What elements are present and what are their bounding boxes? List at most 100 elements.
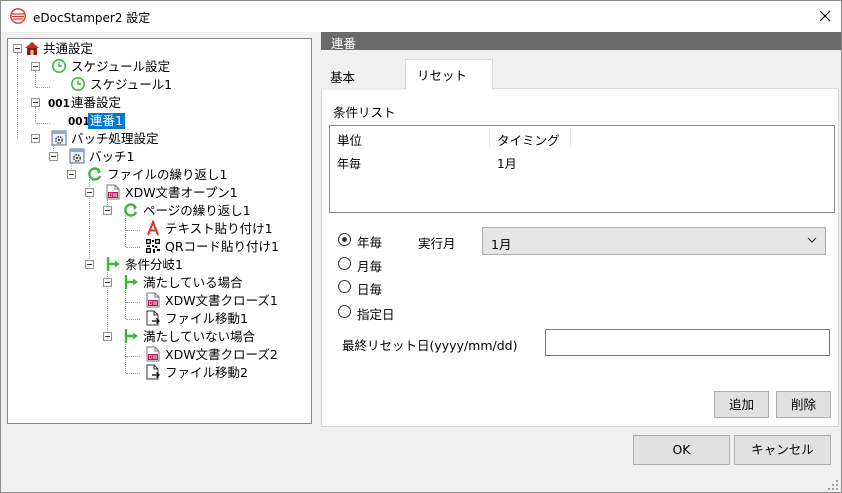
- docuworks-icon: DW: [146, 346, 160, 362]
- exec-month-dropdown[interactable]: 1月: [482, 227, 826, 255]
- tree-item-schedule-settings[interactable]: スケジュール設定: [8, 58, 308, 75]
- tree-item-qr-paste-1[interactable]: QRコード貼り付け1: [8, 238, 308, 255]
- radio-button[interactable]: [338, 257, 351, 270]
- collapse-icon[interactable]: [85, 188, 94, 197]
- resize-grip-icon[interactable]: [827, 479, 839, 491]
- delete-button[interactable]: 削除: [776, 391, 831, 418]
- tree-item-condition-true[interactable]: 満たしている場合: [8, 274, 308, 291]
- svg-text:DW: DW: [109, 193, 118, 199]
- radio-button[interactable]: [338, 305, 351, 318]
- collapse-icon[interactable]: [31, 98, 40, 107]
- tree-item-label: 満たしていない場合: [143, 329, 256, 344]
- exec-month-label: 実行月: [418, 236, 456, 251]
- tree-item-label: スケジュール設定: [71, 59, 171, 74]
- file-move-icon: [146, 310, 160, 326]
- tree-item-label: QRコード貼り付け1: [165, 239, 279, 254]
- gear-window-icon: [51, 130, 67, 146]
- loop-icon: [124, 203, 138, 217]
- tab-basic[interactable]: 基本: [323, 62, 403, 90]
- tree-item-label: 満たしている場合: [143, 275, 243, 290]
- docuworks-icon: DW: [146, 292, 160, 308]
- tree-item-file-move-2[interactable]: ファイル移動2: [8, 364, 308, 381]
- ok-button[interactable]: OK: [633, 435, 730, 465]
- radio-label: 日毎: [357, 282, 383, 297]
- cancel-button[interactable]: キャンセル: [734, 435, 831, 465]
- file-move-icon: [146, 364, 160, 380]
- tree-item-serial-1[interactable]: 001 連番1: [8, 112, 308, 129]
- close-button[interactable]: [811, 3, 839, 29]
- tab-label: 基本: [330, 70, 356, 85]
- radio-button[interactable]: [338, 280, 351, 293]
- add-button[interactable]: 追加: [714, 391, 769, 418]
- collapse-icon[interactable]: [31, 62, 40, 71]
- svg-text:DW: DW: [149, 301, 158, 307]
- radio-daily[interactable]: 日毎: [338, 278, 398, 297]
- branch-icon: [124, 275, 138, 289]
- tree-item-label: XDW文書オープン1: [125, 185, 238, 200]
- tree-item-xdw-open-1[interactable]: DW XDW文書オープン1: [8, 184, 308, 201]
- tree-item-label: 連番設定: [71, 95, 122, 110]
- radio-button[interactable]: [338, 233, 351, 246]
- tree-item-label: ファイル移動2: [165, 365, 248, 380]
- branch-icon: [124, 329, 138, 343]
- collapse-icon[interactable]: [103, 332, 112, 341]
- radio-specified-date[interactable]: 指定日: [338, 303, 408, 322]
- cell-unit: 年毎: [337, 157, 362, 171]
- column-header-unit[interactable]: 単位: [337, 130, 362, 149]
- tree-item-batch-1[interactable]: バッチ1: [8, 148, 308, 165]
- tree-item-condition-false[interactable]: 満たしていない場合: [8, 328, 308, 345]
- column-header-timing[interactable]: タイミング: [497, 130, 560, 149]
- tree-item-page-loop-1[interactable]: ページの繰り返し1: [8, 202, 308, 219]
- loop-icon: [88, 167, 102, 181]
- app-logo-icon: [10, 8, 26, 24]
- tree-item-label: バッチ処理設定: [71, 131, 159, 146]
- collapse-icon[interactable]: [103, 206, 112, 215]
- condition-list-title: 条件リスト: [333, 105, 396, 120]
- settings-window: eDocStamper2 設定 共通設定 スケジュール設定 スケジュール1 00…: [0, 0, 842, 493]
- table-row[interactable]: 年毎 1月: [330, 152, 834, 172]
- radio-label: 年毎: [357, 235, 383, 250]
- tree-item-file-move-1[interactable]: ファイル移動1: [8, 310, 308, 327]
- section-header: 連番: [321, 32, 841, 51]
- collapse-icon[interactable]: [31, 134, 40, 143]
- last-reset-date-field[interactable]: [545, 329, 830, 356]
- radio-label: 指定日: [357, 307, 395, 322]
- text-a-icon: [147, 220, 159, 236]
- tab-reset[interactable]: リセット: [405, 59, 493, 90]
- tree-item-label: XDW文書クローズ2: [165, 347, 278, 362]
- tree-item-label: 連番1: [88, 113, 125, 129]
- tree-item-file-loop-1[interactable]: ファイルの繰り返し1: [8, 166, 308, 183]
- tree-item-label: XDW文書クローズ1: [165, 293, 278, 308]
- tree-item-branch-1[interactable]: 条件分岐1: [8, 256, 308, 273]
- clock-icon: [71, 77, 85, 91]
- radio-yearly[interactable]: 年毎: [338, 231, 398, 250]
- tree-item-schedule-1[interactable]: スケジュール1: [8, 76, 308, 93]
- tree-item-common-settings[interactable]: 共通設定: [8, 40, 308, 57]
- condition-list[interactable]: 単位 タイミング 年毎 1月: [329, 125, 835, 213]
- collapse-icon[interactable]: [13, 44, 22, 53]
- collapse-icon[interactable]: [103, 278, 112, 287]
- settings-tree[interactable]: 共通設定 スケジュール設定 スケジュール1 001 連番設定 001 連番1 バ…: [7, 38, 312, 424]
- collapse-icon[interactable]: [85, 260, 94, 269]
- tree-item-label: スケジュール1: [90, 77, 173, 92]
- section-title: 連番: [331, 36, 357, 51]
- collapse-icon[interactable]: [49, 152, 58, 161]
- last-reset-date-label: 最終リセット日(yyyy/mm/dd): [342, 338, 518, 353]
- tree-item-batch-settings[interactable]: バッチ処理設定: [8, 130, 308, 147]
- tree-item-label: テキスト貼り付け1: [165, 221, 273, 236]
- tab-label: リセット: [417, 68, 468, 83]
- tree-item-label: 共通設定: [43, 41, 94, 56]
- exec-month-value: 1月: [491, 237, 512, 252]
- tree-item-xdw-close-1[interactable]: DW XDW文書クローズ1: [8, 292, 308, 309]
- docuworks-icon: DW: [106, 184, 120, 200]
- house-icon: [25, 42, 39, 55]
- chevron-down-icon: [807, 237, 817, 243]
- tree-item-label: ファイル移動1: [165, 311, 248, 326]
- tree-item-xdw-close-2[interactable]: DW XDW文書クローズ2: [8, 346, 308, 363]
- tree-item-serial-settings[interactable]: 001 連番設定: [8, 94, 308, 111]
- radio-monthly[interactable]: 月毎: [338, 255, 398, 274]
- collapse-icon[interactable]: [67, 170, 76, 179]
- title-bar: eDocStamper2 設定: [1, 1, 841, 32]
- tree-item-text-paste-1[interactable]: テキスト貼り付け1: [8, 220, 308, 237]
- tree-item-label: ページの繰り返し1: [143, 203, 251, 218]
